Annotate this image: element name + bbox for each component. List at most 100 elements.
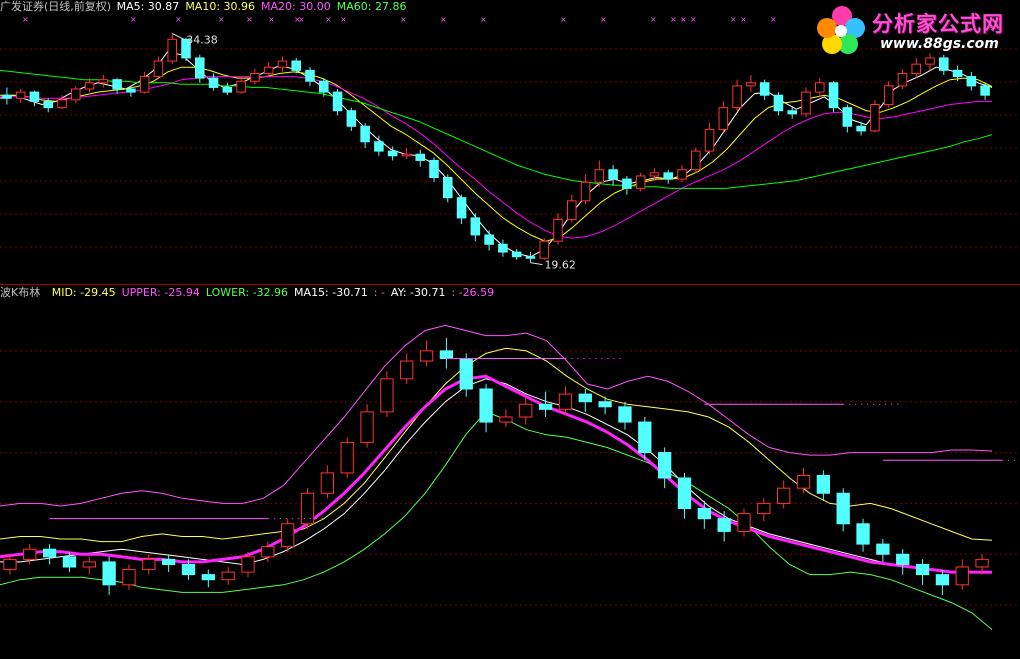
bottom-candle-body	[519, 403, 533, 418]
bottom-candle-body	[915, 563, 930, 576]
bottom-candle-body	[261, 546, 275, 558]
bottom-indicator-0: MID: -29.45	[51, 286, 116, 299]
top-candle-body	[195, 57, 205, 79]
bottom-candle-body	[419, 350, 434, 362]
bottom-candle-body	[499, 416, 513, 423]
top-candle-body	[222, 86, 233, 93]
bottom-candle-body	[42, 548, 57, 558]
bottom-candle-body	[320, 472, 335, 494]
top-candle-body	[360, 125, 370, 143]
top-candle-body	[443, 177, 453, 199]
flower-logo-icon	[817, 6, 865, 54]
top-candle-body	[828, 82, 839, 109]
bottom-indicator-3: MA15: -30.71	[294, 286, 368, 299]
top-candle-body	[787, 110, 797, 115]
signal-cross-icon: ×	[740, 15, 747, 24]
top-candle-body	[277, 60, 288, 68]
site-logo[interactable]: 分析家公式网 www.88gs.com	[814, 2, 1014, 58]
top-candle-body	[319, 80, 329, 93]
bottom-candle-body	[975, 558, 989, 568]
top-panel-indicators: MA5: 30.87 MA10: 30.96 MA20: 30.00 MA60: 27…	[117, 0, 413, 13]
bottom-candle-body	[558, 393, 573, 410]
top-candle-body	[649, 172, 660, 177]
bottom-candle-body	[380, 378, 394, 413]
signal-cross-icon: ×	[175, 15, 182, 24]
bottom-candle-body	[340, 441, 354, 474]
top-candle-body	[2, 94, 12, 99]
bottom-candle-body	[3, 558, 17, 571]
top-candle-body	[401, 153, 412, 157]
top-candle	[691, 148, 701, 173]
top-candle-body	[236, 80, 246, 93]
top-candle-body	[856, 125, 866, 132]
top-candle-body	[594, 169, 605, 183]
price-marker-label: 19.62	[544, 259, 576, 272]
signal-cross-icon: ×	[560, 15, 567, 24]
top-indicator-1: MA10: 30.96	[185, 0, 256, 13]
top-candle-body	[263, 66, 274, 74]
bottom-indicator-5: AY: -30.71	[390, 286, 446, 299]
signal-cross-icon: ×	[600, 15, 607, 24]
bottom-candle-body	[796, 474, 811, 489]
bottom-indicator-6: : -26.59	[451, 286, 495, 299]
top-candle-body	[71, 88, 81, 101]
top-candle-body	[883, 85, 894, 106]
bottom-candle-body	[300, 492, 315, 525]
top-candle-body	[773, 94, 784, 112]
top-candle-body	[126, 88, 136, 93]
bottom-indicator-4: : -	[373, 286, 385, 299]
top-candle	[870, 99, 880, 133]
bottom-candle-body	[717, 518, 731, 532]
top-candle	[443, 174, 453, 203]
bottom-candle-body	[856, 523, 870, 545]
bottom-panel-indicators: MID: -29.45 UPPER: -25.94 LOWER: -32.96 MA1…	[52, 286, 500, 299]
bottom-candle-body	[201, 574, 215, 581]
signal-cross-icon: ×	[670, 15, 677, 24]
bottom-candle-body	[62, 556, 77, 568]
signal-cross-icon: ×	[218, 15, 225, 24]
top-candle	[801, 87, 811, 117]
signal-cross-icon: ×	[650, 15, 657, 24]
top-candle-body	[580, 181, 591, 202]
top-candle-body	[84, 82, 95, 90]
top-candle-body	[966, 76, 977, 87]
signal-cross-icon: ×	[680, 15, 687, 24]
top-candle-body	[387, 150, 398, 157]
bottom-candle-body	[400, 360, 414, 380]
top-candle-body	[746, 82, 756, 87]
top-candle-body	[511, 251, 522, 258]
top-candle-body	[608, 169, 618, 180]
top-candle-body	[167, 38, 177, 62]
top-candle	[195, 54, 205, 83]
bottom-candle-body	[439, 350, 454, 359]
bottom-candle-body	[777, 487, 791, 504]
bottom-indicator-1: UPPER: -25.94	[121, 286, 200, 299]
top-candle-body	[732, 85, 742, 109]
top-candle-body	[704, 128, 715, 152]
bottom-candle-body	[677, 477, 692, 510]
bottom-candle-body	[836, 492, 850, 525]
signal-cross-icon: ×	[246, 15, 253, 24]
top-candle-body	[291, 60, 301, 71]
top-candle-body	[498, 243, 508, 253]
bottom-candle-body	[816, 474, 831, 494]
top-candle-body	[456, 197, 467, 219]
top-candle-body	[911, 63, 921, 74]
top-candle-body	[139, 76, 150, 93]
bottom-candle-body	[142, 558, 156, 571]
top-candle-body	[484, 234, 494, 245]
top-candle-body	[470, 217, 481, 236]
top-candle-body	[250, 72, 260, 82]
top-candle-body	[332, 91, 343, 112]
bottom-candle-body	[102, 561, 116, 586]
top-candle-body	[691, 150, 701, 171]
logo-url: www.88gs.com	[880, 36, 999, 52]
bottom-candle-body	[459, 357, 473, 390]
signal-cross-icon: ×	[400, 15, 407, 24]
bottom-candle-body	[161, 558, 176, 565]
bottom-candle-body	[618, 406, 632, 423]
top-candle-body	[112, 79, 122, 90]
top-candle-body	[952, 69, 963, 78]
top-candle-body	[43, 100, 53, 109]
top-candle-body	[842, 107, 853, 127]
